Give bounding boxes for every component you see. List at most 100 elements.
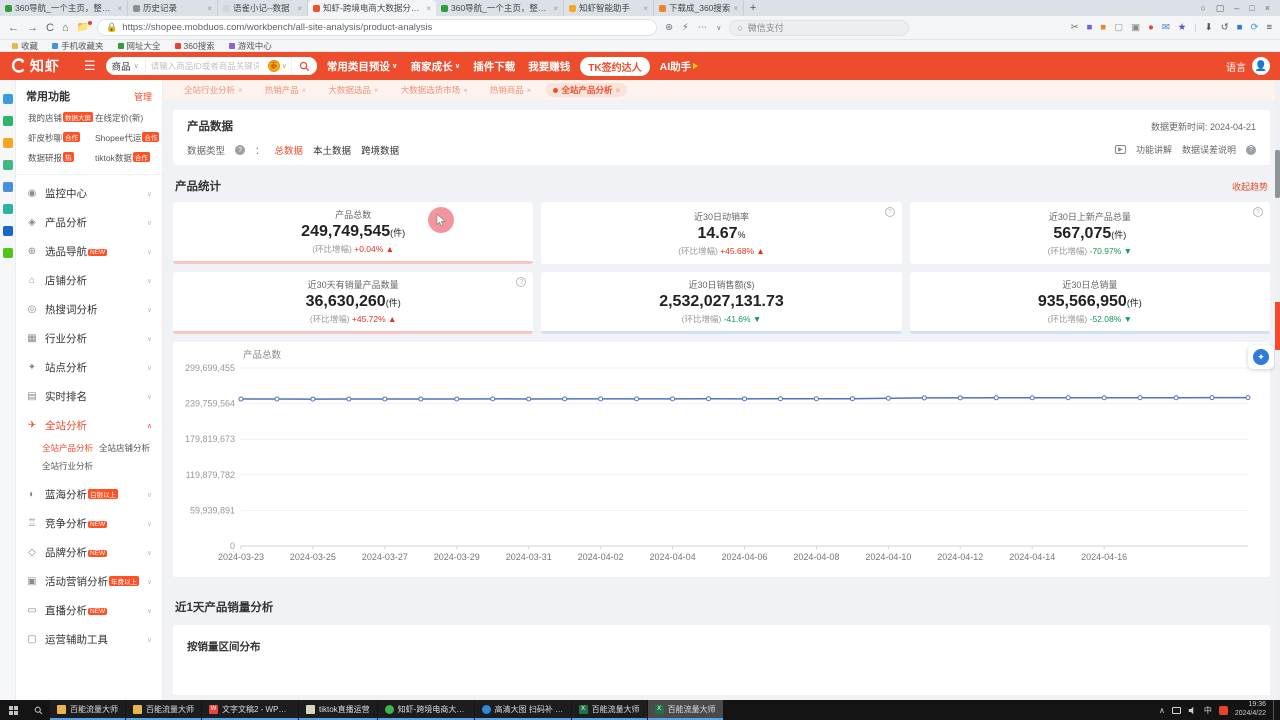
- collapse-trend-link[interactable]: 收起趋势: [1232, 180, 1268, 193]
- tab-close-icon[interactable]: ×: [733, 4, 738, 13]
- sidebar-subitem-全站产品分析[interactable]: 全站产品分析: [42, 442, 99, 454]
- tab-close-icon[interactable]: ×: [527, 86, 532, 95]
- teal-app-icon[interactable]: [3, 204, 13, 214]
- search-category-select[interactable]: 商品 ∨: [106, 59, 146, 73]
- taskbar-item[interactable]: tiktok直播运营: [299, 700, 377, 720]
- customer-service-float-button[interactable]: ✦: [1248, 345, 1274, 369]
- tab-close-icon[interactable]: ×: [302, 86, 307, 95]
- workspace-tab[interactable]: 全站产品分析×: [546, 83, 627, 97]
- browser-tab[interactable]: 知虾-跨境电商大数据分析平台×: [308, 0, 436, 16]
- url-bar[interactable]: 🔒 https://shopee.mobduos.com/workbench/a…: [97, 19, 657, 36]
- close-button[interactable]: ×: [1265, 3, 1270, 13]
- taskbar-item[interactable]: 知虾-跨境电商大数…: [378, 700, 474, 720]
- taskbar-item[interactable]: X百能流量大师: [572, 700, 647, 720]
- qq-icon[interactable]: [3, 94, 13, 104]
- reading-mode-icon[interactable]: ▢: [1114, 22, 1123, 33]
- sidebar-item-行业分析[interactable]: ▦行业分析∨: [16, 324, 162, 353]
- tab-close-icon[interactable]: ×: [238, 86, 243, 95]
- sidebar-subitem-全站行业分析[interactable]: 全站行业分析: [42, 460, 99, 472]
- data-type-option[interactable]: 跨境数据: [361, 143, 399, 157]
- zoom-search-icon[interactable]: ⊕: [665, 22, 673, 33]
- sidebar-item-蓝海分析[interactable]: ◐蓝海分析白银以上∨: [16, 480, 162, 509]
- tab-close-icon[interactable]: ×: [643, 4, 648, 13]
- 360-safe-icon[interactable]: ●: [1148, 22, 1154, 33]
- stat-card[interactable]: 产品总数249,749,545(件)(环比增幅) +0.04% ▲: [173, 202, 533, 264]
- header-nav-item[interactable]: 商家成长∨: [411, 59, 461, 74]
- favorites-star-icon[interactable]: ★: [1178, 22, 1187, 33]
- stat-card[interactable]: ?近30天有销量产品数量36,630,260(件)(环比增幅) +45.72% …: [173, 272, 533, 334]
- browser-tab[interactable]: 360导航_一个主页，整个世界×: [0, 0, 128, 16]
- sidebar-item-全站分析[interactable]: ✈全站分析∧: [16, 411, 162, 440]
- sidebar-item-站点分析[interactable]: ✦站点分析∨: [16, 353, 162, 382]
- tab-close-icon[interactable]: ×: [615, 86, 620, 95]
- tutorial-link[interactable]: 功能讲解: [1136, 143, 1172, 156]
- back-icon[interactable]: ←: [8, 22, 19, 34]
- page-scrollbar[interactable]: [1275, 80, 1280, 700]
- bookmark-item[interactable]: 收藏: [12, 40, 38, 52]
- sidebar-item-产品分析[interactable]: ◈产品分析∨: [16, 208, 162, 237]
- skin-icon[interactable]: ▢: [1216, 3, 1225, 14]
- sidebar-item-运营辅助工具[interactable]: ▢运营辅助工具∨: [16, 625, 162, 654]
- sidebar-item-选品导航[interactable]: ⊕选品导航NEW∨: [16, 237, 162, 266]
- bookmark-item[interactable]: 网址大全: [118, 40, 161, 52]
- quick-link[interactable]: 虾皮秒聊合作: [28, 132, 93, 144]
- browser-tab[interactable]: 历史记录×: [128, 0, 218, 16]
- stat-card[interactable]: 近30日销售额($)2,532,027,131.73(环比增幅) -41.6% …: [541, 272, 901, 334]
- new-tab-button[interactable]: +: [744, 0, 762, 16]
- mail-icon[interactable]: ✉: [1162, 22, 1170, 33]
- browser-tab[interactable]: 语雀小记--数据×: [218, 0, 308, 16]
- quick-link[interactable]: 在线定价(新): [95, 112, 159, 124]
- language-button[interactable]: 语言: [1226, 59, 1246, 74]
- bookmark-item[interactable]: 360搜索: [175, 40, 215, 52]
- workspace-tab[interactable]: 大数据选品×: [321, 83, 385, 97]
- taskbar-search-button[interactable]: [26, 700, 50, 720]
- game-center-icon[interactable]: ▣: [1131, 22, 1140, 33]
- bookmark-item[interactable]: 手机收藏夹: [52, 40, 104, 52]
- taskbar-item[interactable]: 高清大图 扫码补 3…: [475, 700, 571, 720]
- refresh-icon[interactable]: C: [46, 22, 54, 34]
- header-nav-item[interactable]: 插件下载: [473, 59, 515, 74]
- taskbar-item[interactable]: X百能流量大师: [648, 700, 723, 720]
- data-type-option[interactable]: 本土数据: [313, 143, 351, 157]
- favorites-folder-icon[interactable]: 📁: [77, 22, 89, 33]
- workspace-tab[interactable]: 全站行业分析×: [177, 83, 250, 97]
- workspace-tab[interactable]: 大数据选货市场×: [394, 83, 475, 97]
- sidebar-item-店铺分析[interactable]: ⌂店铺分析∨: [16, 266, 162, 295]
- sidebar-subitem-全站店铺分析[interactable]: 全站店铺分析: [99, 442, 156, 454]
- sidebar-item-直播分析[interactable]: ▭直播分析NEW∨: [16, 596, 162, 625]
- forward-icon[interactable]: →: [27, 22, 38, 34]
- data-type-option[interactable]: 总数据: [275, 143, 304, 157]
- chevron-down-icon[interactable]: ∨: [716, 24, 721, 32]
- app-logo[interactable]: 知虾: [10, 56, 60, 76]
- browser-tab[interactable]: 下载成_360搜索×: [654, 0, 744, 16]
- sidebar-item-活动营销分析[interactable]: ▣活动营销分析年费以上∨: [16, 567, 162, 596]
- workspace-tab[interactable]: 热销产品×: [258, 83, 314, 97]
- sync-icon[interactable]: ⟳: [1250, 22, 1258, 33]
- extension-icon[interactable]: ■: [1087, 22, 1093, 33]
- tab-close-icon[interactable]: ×: [374, 86, 379, 95]
- taskbar-item[interactable]: 百能流量大师: [50, 700, 125, 720]
- region-select[interactable]: 泰 ∨: [264, 60, 291, 72]
- wechat-icon[interactable]: [3, 116, 13, 126]
- security-tray-icon[interactable]: [1219, 706, 1228, 715]
- undo-icon[interactable]: ↺: [1221, 22, 1229, 33]
- browser-tab[interactable]: 360导航_一个主页，整个世界×: [436, 0, 564, 16]
- quick-search-box[interactable]: ○ 微信支付: [729, 20, 909, 36]
- info-icon[interactable]: ?: [235, 145, 245, 155]
- plugin-icon[interactable]: ■: [1100, 22, 1106, 33]
- bookmark-item[interactable]: 游戏中心: [229, 40, 272, 52]
- tab-close-icon[interactable]: ×: [426, 4, 431, 13]
- ai-assistant-button[interactable]: AI助手: [660, 59, 699, 74]
- stat-card[interactable]: ?近30日上新产品总量567,075(件)(环比增幅) -70.97% ▼: [910, 202, 1270, 264]
- download-icon[interactable]: ⬇: [1205, 22, 1213, 33]
- ime-indicator[interactable]: 中: [1204, 705, 1212, 716]
- hamburger-menu-icon[interactable]: ☰: [84, 58, 96, 74]
- help-icon[interactable]: ?: [885, 207, 895, 217]
- monitor-icon[interactable]: [1172, 707, 1181, 714]
- quick-link[interactable]: 数据研报热: [28, 152, 93, 164]
- quick-link[interactable]: 我的店铺数据大屏: [28, 112, 93, 124]
- cloud-icon[interactable]: [3, 182, 13, 192]
- star-icon[interactable]: [3, 138, 13, 148]
- browser-tab[interactable]: 知虾智能助手×: [564, 0, 654, 16]
- sidebar-item-实时排名[interactable]: ▤实时排名∨: [16, 382, 162, 411]
